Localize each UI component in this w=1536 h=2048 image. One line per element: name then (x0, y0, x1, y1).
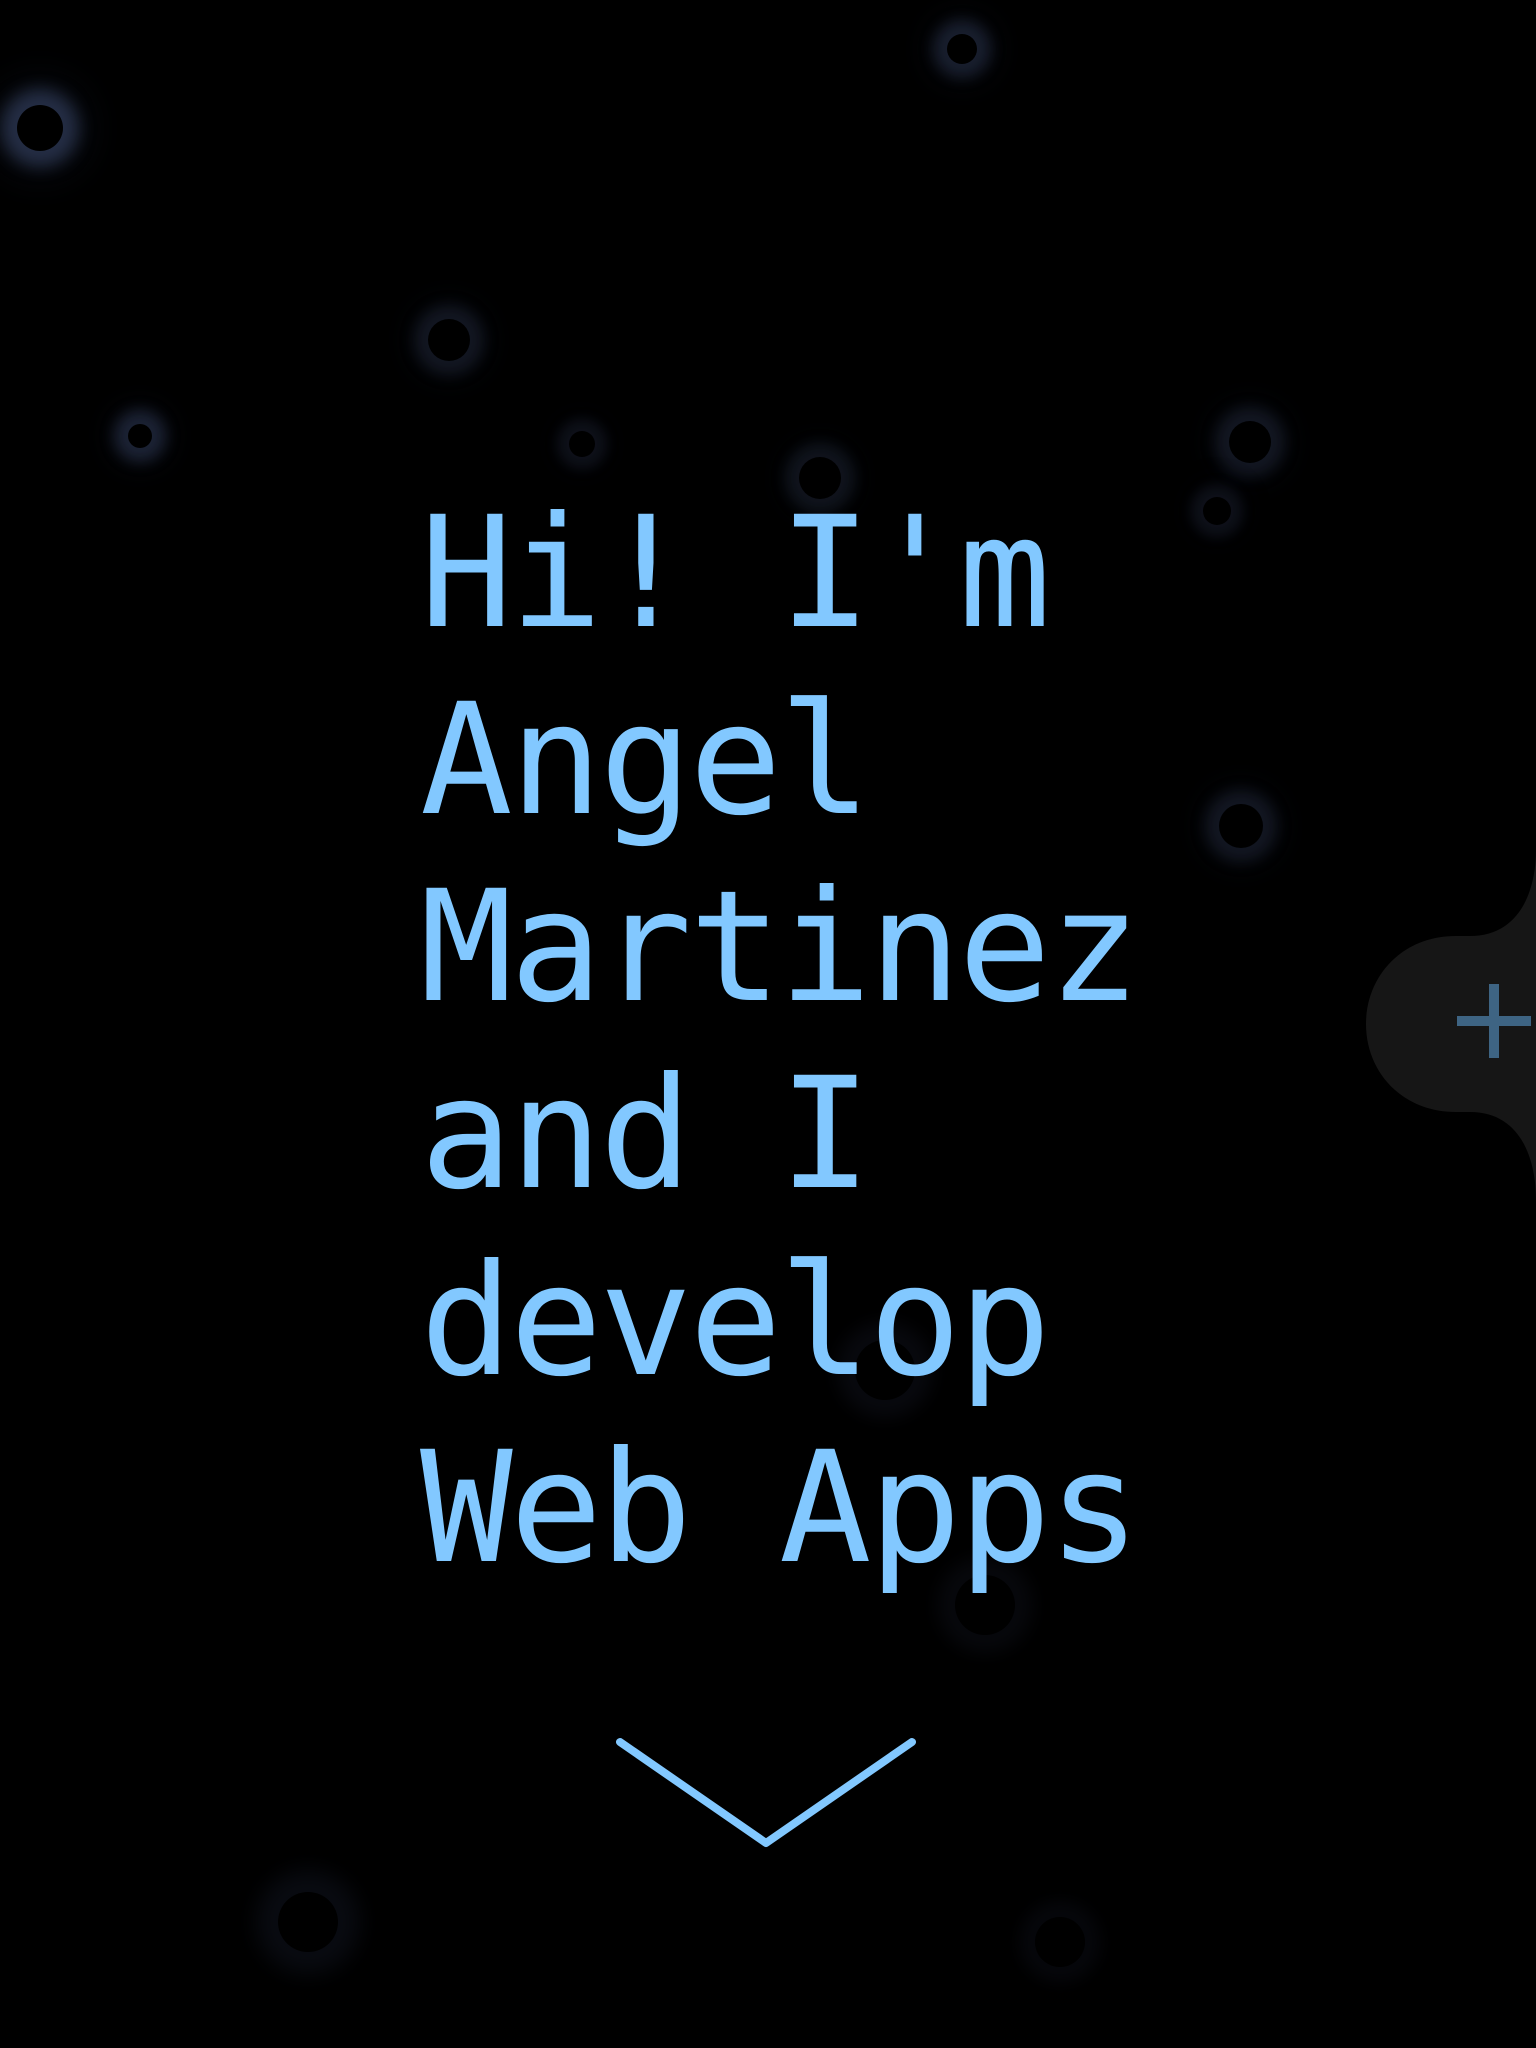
star-orb (569, 431, 595, 457)
scroll-down-button[interactable] (612, 1735, 920, 1850)
star-orb (1219, 804, 1263, 848)
star-orb (428, 319, 470, 361)
star-orb (17, 105, 63, 151)
hero-line: develop (420, 1232, 1051, 1411)
chevron-down-icon (616, 1738, 916, 1847)
hero-line: Angel (420, 671, 872, 850)
plus-icon (1457, 984, 1531, 1058)
star-orb (128, 424, 152, 448)
star-orb (1035, 1917, 1085, 1967)
hero-line: Hi! I'm (420, 484, 1051, 663)
star-orb (1229, 421, 1271, 463)
landing-page: Hi! I'm Angel Martinez and I develop Web… (0, 0, 1536, 2048)
star-orb (1203, 497, 1231, 525)
hero-line: Martinez (420, 858, 1141, 1037)
star-orb (278, 1892, 338, 1952)
hero-line: and I (420, 1045, 872, 1224)
side-menu-tab[interactable] (1340, 850, 1536, 1200)
hero-heading: Hi! I'm Angel Martinez and I develop Web… (420, 480, 1180, 1602)
star-orb (947, 34, 977, 64)
hero-line: Web Apps (420, 1419, 1141, 1598)
